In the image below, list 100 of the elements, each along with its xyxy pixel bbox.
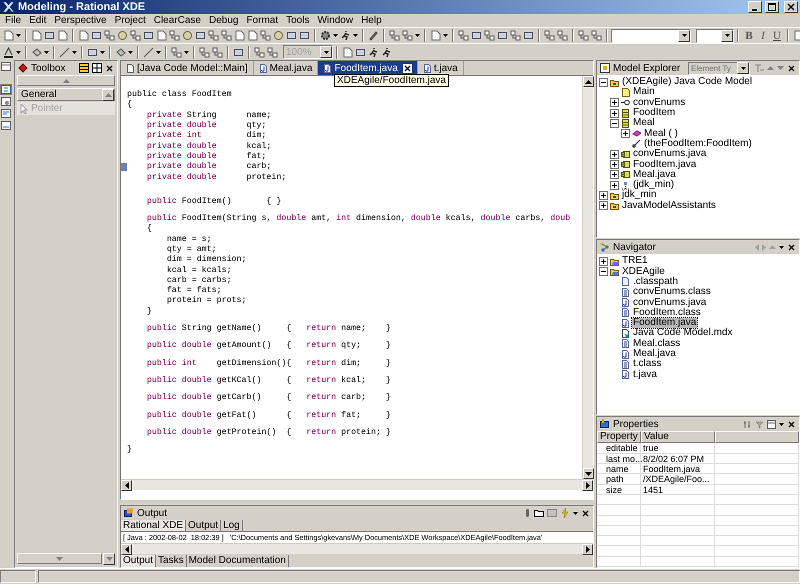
dropdown-caret-icon[interactable]	[156, 50, 161, 54]
expand-toggle-icon[interactable]	[599, 78, 608, 87]
menu-item[interactable]: ClearCase	[150, 14, 205, 26]
menu-item[interactable]: Tools	[282, 14, 314, 26]
line-icon[interactable]	[143, 46, 154, 58]
expand-toggle-icon[interactable]	[610, 180, 619, 190]
diagram-icon[interactable]	[208, 30, 219, 41]
font-color-icon[interactable]	[3, 46, 14, 58]
close-icon[interactable]	[581, 508, 590, 518]
diagram-icon[interactable]	[402, 30, 413, 41]
tree-item[interactable]: FoodItem.java	[599, 159, 799, 170]
tree-item[interactable]: Main	[599, 87, 799, 98]
runner-icon[interactable]	[368, 46, 379, 58]
diagram-icon[interactable]	[267, 46, 278, 58]
circle-icon[interactable]	[117, 30, 128, 41]
dropdown-caret-icon[interactable]	[415, 34, 420, 37]
close-button[interactable]	[784, 1, 798, 13]
dropdown-caret-icon[interactable]	[184, 50, 189, 54]
diagram-icon[interactable]	[199, 46, 210, 58]
left-arrow-icon[interactable]	[124, 482, 128, 489]
maximize-button[interactable]	[765, 1, 779, 13]
expand-toggle-icon[interactable]	[599, 256, 608, 266]
expand-toggle-icon[interactable]	[610, 170, 619, 180]
tree-item[interactable]: convEnums	[599, 98, 799, 108]
box-icon[interactable]	[44, 30, 55, 41]
tree-item[interactable]: Meal.java	[599, 170, 799, 180]
diagram-icon[interactable]	[578, 30, 589, 41]
pin-icon[interactable]	[524, 508, 531, 518]
dropdown-caret-icon[interactable]	[724, 34, 730, 37]
grid-view-icon[interactable]	[92, 63, 102, 73]
tree-item[interactable]: TRE1	[599, 256, 799, 266]
tree-item[interactable]: FoodItem	[599, 108, 799, 118]
expand-toggle-icon[interactable]	[599, 201, 608, 210]
horizontal-scrollbar[interactable]	[121, 543, 593, 554]
page-tab[interactable]: Rational XDE	[121, 520, 186, 531]
view-tab[interactable]: Output	[121, 555, 156, 567]
box-icon[interactable]	[497, 30, 508, 41]
down-arrow-icon[interactable]	[585, 472, 592, 476]
tree-item[interactable]: XDEAgile	[599, 266, 799, 277]
fill-icon[interactable]	[115, 46, 126, 58]
tree-item[interactable]: convEnums.java	[599, 149, 799, 160]
expand-toggle-icon[interactable]	[610, 160, 619, 170]
view-tab[interactable]: Model Documentation	[186, 555, 289, 567]
format-button[interactable]: B	[742, 28, 756, 42]
drawer-menu-button[interactable]	[103, 553, 115, 565]
tree-item[interactable]: (theFoodItem:FoodItem)	[599, 138, 799, 150]
page-icon[interactable]	[234, 30, 245, 41]
tree-item[interactable]: Meal.java	[599, 348, 799, 360]
tree-item[interactable]: (XDEAgile) Java Code Model	[599, 77, 799, 88]
dropdown-caret-icon[interactable]	[333, 34, 338, 37]
column-header[interactable]: Value	[641, 431, 715, 444]
minimize-button[interactable]	[748, 1, 762, 13]
column-header[interactable]: Property	[597, 431, 641, 444]
diagram-icon[interactable]	[171, 46, 182, 58]
line-icon[interactable]	[59, 46, 70, 58]
runner-icon[interactable]	[340, 30, 351, 41]
dropdown-caret-icon[interactable]	[44, 50, 49, 54]
page-icon[interactable]	[430, 30, 441, 41]
tree-item[interactable]: Meal.class	[599, 338, 799, 349]
drawer-header[interactable]: General	[17, 88, 115, 101]
right-arrow-icon[interactable]	[586, 546, 590, 553]
diagram-icon[interactable]	[130, 30, 141, 41]
menu-item[interactable]: Debug	[204, 14, 242, 26]
right-arrow-icon[interactable]	[586, 482, 590, 489]
up-arrow-icon[interactable]	[585, 80, 592, 84]
box-icon[interactable]	[195, 30, 206, 41]
dropdown-caret-icon[interactable]	[72, 50, 77, 54]
filter-icon[interactable]	[755, 420, 764, 429]
vertical-scrollbar[interactable]	[582, 76, 593, 479]
tree-item[interactable]: t.class	[599, 359, 799, 370]
close-icon[interactable]	[787, 64, 796, 72]
dropdown-field[interactable]	[696, 28, 734, 42]
dropdown-caret-icon[interactable]	[573, 512, 578, 514]
gear-window-icon[interactable]	[1, 97, 11, 106]
menu-item[interactable]: Perspective	[50, 14, 111, 26]
diagram-icon[interactable]	[221, 30, 232, 41]
expand-toggle-icon[interactable]	[610, 118, 619, 128]
box-icon[interactable]	[143, 30, 154, 41]
tab-close-icon[interactable]	[402, 64, 412, 72]
box-icon[interactable]	[471, 30, 482, 41]
diagram-icon[interactable]	[260, 30, 271, 41]
box-icon[interactable]	[355, 46, 366, 58]
left-arrow-icon[interactable]	[124, 546, 128, 553]
dropdown-caret-icon[interactable]	[16, 50, 21, 54]
page-tab[interactable]: Output	[186, 520, 222, 531]
diagram-icon[interactable]	[254, 46, 265, 58]
pen-icon[interactable]	[368, 30, 379, 41]
menu-item[interactable]: Edit	[25, 14, 50, 26]
horizontal-scrollbar[interactable]	[121, 479, 593, 490]
table-icon[interactable]	[767, 420, 776, 429]
dropdown-caret-icon[interactable]	[779, 422, 784, 426]
tree-item[interactable]: JavaModelAssistants	[599, 200, 799, 211]
diagram-icon[interactable]	[591, 30, 602, 41]
expand-toggle-icon[interactable]	[621, 129, 630, 138]
menu-item[interactable]: File	[1, 14, 26, 26]
menu-item[interactable]: Help	[357, 14, 386, 26]
diagram-icon[interactable]	[557, 30, 568, 41]
tree-item[interactable]: t.java	[599, 369, 799, 380]
dropdown-caret-icon[interactable]	[100, 50, 105, 54]
tree-item[interactable]: convEnums.java	[599, 297, 799, 308]
